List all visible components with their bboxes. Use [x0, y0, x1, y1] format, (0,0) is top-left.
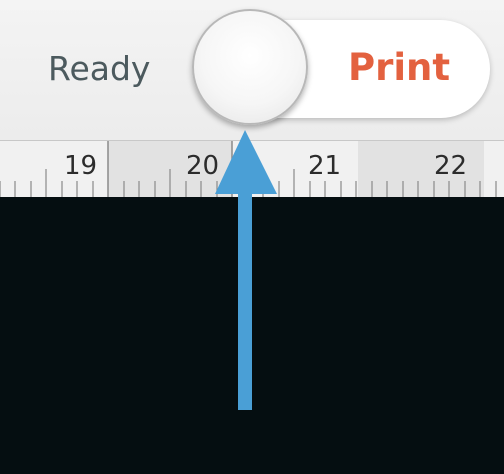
up-arrow-icon [215, 130, 277, 410]
